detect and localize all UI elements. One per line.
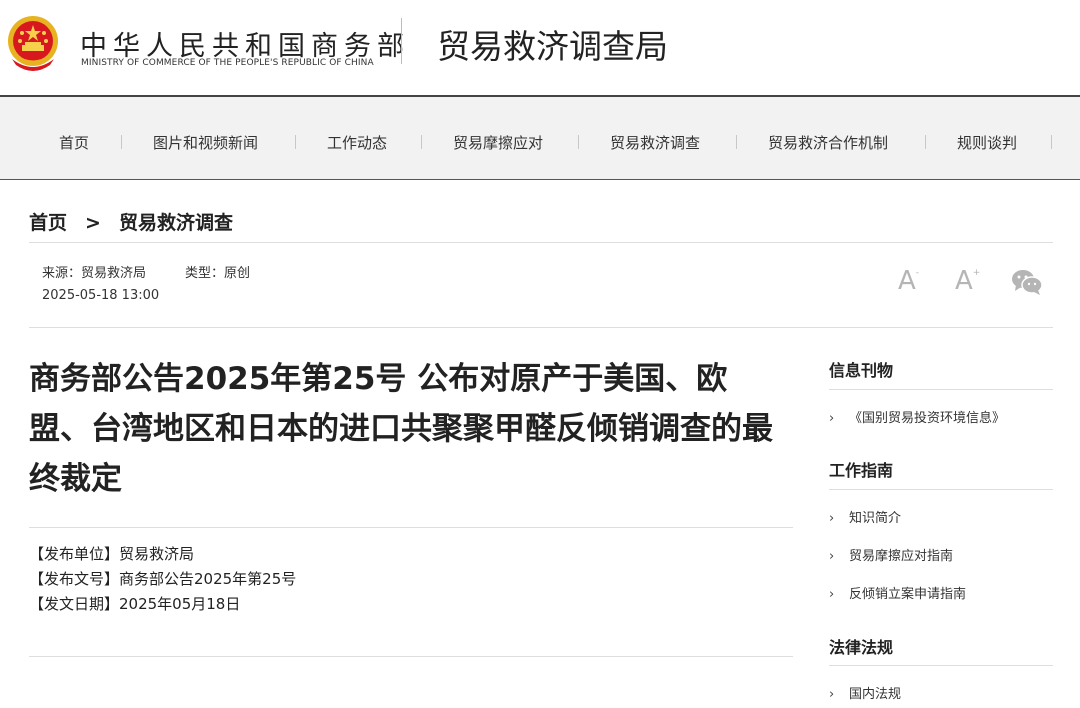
chevron-right-icon: › (829, 511, 835, 526)
sidebar-item-label: 《国别贸易投资环境信息》 (849, 411, 1006, 426)
minus-sign: - (915, 268, 920, 278)
breadcrumb-home[interactable]: 首页 (29, 212, 67, 234)
nav-separator (1051, 135, 1052, 149)
article-issuer: 【发布单位】贸易救济局 (29, 545, 195, 563)
nav-separator (736, 135, 737, 149)
breadcrumb: 首页 > 贸易救济调查 (29, 208, 233, 235)
font-decrease-label: A (898, 266, 916, 296)
article-title: 商务部公告2025年第25号 公布对原产于美国、欧盟、台湾地区和日本的进口共聚聚… (29, 361, 773, 497)
divider (29, 656, 793, 657)
divider (829, 389, 1053, 390)
sidebar-item-label: 贸易摩擦应对指南 (849, 549, 954, 564)
article-datetime: 2025-05-18 13:00 (42, 288, 160, 303)
nav-item-home[interactable]: 首页 (59, 132, 89, 153)
ministry-name-en[interactable]: MINISTRY OF COMMERCE OF THE PEOPLE'S REP… (81, 58, 374, 68)
chevron-right-icon: › (829, 411, 835, 426)
nav-separator (295, 135, 296, 149)
main-nav: 首页 图片和视频新闻 工作动态 贸易摩擦应对 贸易救济调查 贸易救济合作机制 规… (0, 97, 1080, 179)
sidebar-item-trade-friction-guide[interactable]: › 贸易摩擦应对指南 (829, 545, 953, 564)
wechat-share-icon[interactable] (1011, 268, 1043, 296)
site-header: 中华人民共和国商务部 MINISTRY OF COMMERCE OF THE P… (0, 0, 1080, 97)
nav-item-trade-friction[interactable]: 贸易摩擦应对 (453, 132, 543, 153)
national-emblem-icon[interactable] (6, 15, 60, 75)
nav-separator (578, 135, 579, 149)
nav-separator (925, 135, 926, 149)
sidebar-heading-publications: 信息刊物 (829, 361, 894, 380)
article-source: 来源：贸易救济局 (42, 266, 147, 281)
sidebar-item-label: 国内法规 (849, 687, 902, 702)
divider (29, 327, 1053, 328)
divider (829, 489, 1053, 490)
plus-sign: + (972, 268, 981, 278)
nav-item-trade-remedy-investigation[interactable]: 贸易救济调查 (610, 132, 700, 153)
sidebar-item-antidumping-guide[interactable]: › 反倾销立案申请指南 (829, 583, 966, 602)
nav-bottom-border (0, 179, 1080, 180)
sidebar-item-knowledge-intro[interactable]: › 知识简介 (829, 507, 901, 526)
nav-item-trade-remedy-cooperation[interactable]: 贸易救济合作机制 (768, 132, 888, 153)
breadcrumb-separator: > (85, 212, 101, 234)
sidebar-heading-laws: 法律法规 (829, 638, 894, 657)
sidebar-item-label: 知识简介 (849, 511, 902, 526)
sidebar-item-country-trade-info[interactable]: › 《国别贸易投资环境信息》 (829, 407, 1005, 426)
nav-item-work-news[interactable]: 工作动态 (327, 132, 387, 153)
sidebar-item-label: 反倾销立案申请指南 (849, 587, 967, 602)
nav-separator (421, 135, 422, 149)
header-divider (401, 18, 402, 64)
chevron-right-icon: › (829, 587, 835, 602)
font-increase-label: A (955, 266, 973, 296)
font-increase-button[interactable]: A+ (955, 266, 980, 296)
sidebar-item-domestic-laws[interactable]: › 国内法规 (829, 683, 901, 702)
bureau-title[interactable]: 贸易救济调查局 (437, 20, 668, 68)
nav-item-rules-negotiation[interactable]: 规则谈判 (957, 132, 1017, 153)
nav-item-photo-video-news[interactable]: 图片和视频新闻 (153, 132, 258, 153)
divider (29, 242, 1053, 243)
font-decrease-button[interactable]: A- (898, 266, 919, 296)
breadcrumb-current[interactable]: 贸易救济调查 (119, 212, 233, 234)
article-doc-number: 【发布文号】商务部公告2025年第25号 (29, 570, 297, 588)
sidebar-heading-work-guide: 工作指南 (829, 461, 894, 480)
divider (829, 665, 1053, 666)
article-type: 类型：原创 (185, 266, 251, 281)
chevron-right-icon: › (829, 549, 835, 564)
article-date: 【发文日期】2025年05月18日 (29, 595, 241, 613)
nav-separator (121, 135, 122, 149)
divider (29, 527, 793, 528)
chevron-right-icon: › (829, 687, 835, 702)
